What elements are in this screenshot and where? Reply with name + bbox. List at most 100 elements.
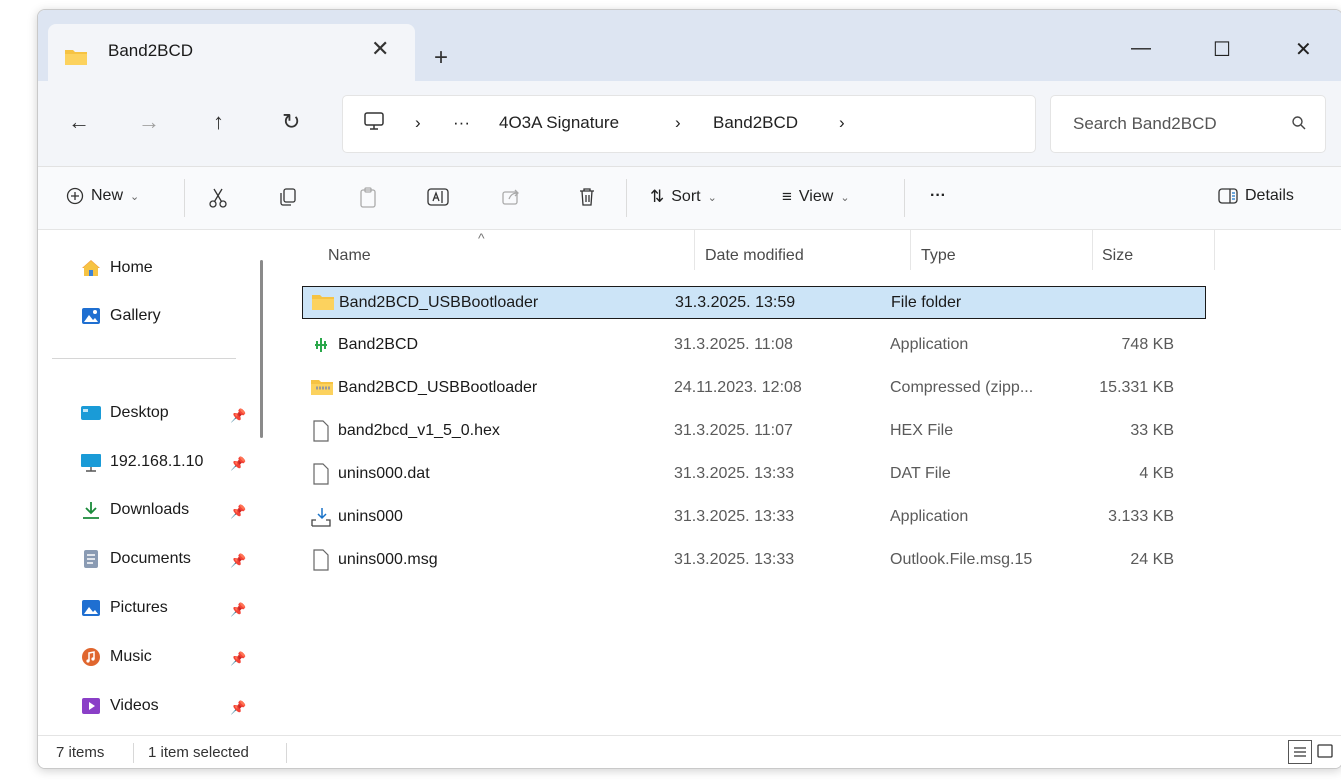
share-button[interactable] [501, 187, 521, 207]
file-row[interactable]: band2bcd_v1_5_0.hex 31.3.2025. 11:07 HEX… [302, 415, 1206, 448]
column-separator[interactable] [910, 230, 911, 270]
title-bar: Band2BCD ✕ + — ☐ ✕ [38, 10, 1341, 81]
back-button[interactable]: ← [68, 109, 90, 135]
videos-icon [82, 698, 100, 714]
tab-close-button[interactable]: ✕ [371, 36, 389, 62]
breadcrumb-chevron[interactable]: › [675, 113, 681, 133]
minimize-button[interactable]: — [1131, 37, 1151, 60]
pin-icon[interactable]: 📌 [230, 602, 246, 618]
file-row[interactable]: Band2BCD_USBBootloader 24.11.2023. 12:08… [302, 372, 1206, 405]
file-row[interactable]: unins000.dat 31.3.2025. 13:33 DAT File 4… [302, 458, 1206, 491]
this-pc-icon[interactable] [363, 111, 385, 136]
sidebar-item-downloads[interactable]: Downloads [80, 500, 189, 520]
file-type: Application [890, 336, 969, 353]
pin-icon[interactable]: 📌 [230, 456, 246, 472]
column-separator[interactable] [694, 230, 695, 270]
copy-button[interactable] [278, 187, 298, 207]
sidebar-item-documents[interactable]: Documents [80, 549, 191, 569]
pin-icon[interactable]: 📌 [230, 504, 246, 520]
see-more-button[interactable]: ··· [930, 187, 946, 205]
address-box[interactable]: › ··· 4O3A Signature › Band2BCD › [342, 95, 1036, 153]
up-button[interactable]: ↑ [213, 109, 224, 135]
forward-button[interactable]: → [138, 109, 160, 135]
column-header-date[interactable]: Date modified [705, 247, 804, 265]
file-name: Band2BCD_USBBootloader [338, 379, 538, 396]
column-header-name[interactable]: Name [328, 247, 371, 265]
pin-icon[interactable]: 📌 [230, 700, 246, 716]
sidebar-scrollbar[interactable] [260, 260, 263, 438]
column-header-size[interactable]: Size [1102, 247, 1133, 265]
sidebar-item-label: Gallery [110, 307, 161, 324]
file-icon [312, 463, 330, 490]
column-header-type[interactable]: Type [921, 247, 956, 265]
file-row[interactable]: unins000.msg 31.3.2025. 13:33 Outlook.Fi… [302, 544, 1206, 577]
maximize-button[interactable]: ☐ [1213, 37, 1231, 62]
file-date: 31.3.2025. 13:33 [674, 551, 795, 568]
view-label: View [798, 188, 834, 205]
file-row[interactable]: unins000 31.3.2025. 13:33 Application 3.… [302, 501, 1206, 534]
breadcrumb-4o3a-signature[interactable]: 4O3A Signature [499, 113, 619, 133]
file-list: Name ^ Date modified Type Size Band2BCD_… [274, 230, 1341, 735]
music-icon [82, 648, 100, 666]
sidebar-item-network-drive[interactable]: 192.168.1.10 [80, 452, 203, 472]
status-divider [286, 743, 287, 763]
details-view-icon [1294, 747, 1306, 757]
new-button[interactable]: New ⌄ [66, 187, 139, 205]
file-date: 31.3.2025. 13:59 [675, 294, 796, 311]
downloads-icon [83, 502, 99, 519]
file-row-selected[interactable]: Band2BCD_USBBootloader 31.3.2025. 13:59 … [302, 286, 1206, 319]
breadcrumb-chevron[interactable]: › [415, 113, 421, 133]
view-button[interactable]: ≡ View ⌄ [782, 187, 850, 207]
details-pane-button[interactable]: Details [1218, 187, 1294, 205]
pin-icon[interactable]: 📌 [230, 408, 246, 424]
sort-button[interactable]: ⇅ Sort ⌄ [650, 187, 717, 207]
file-row[interactable]: Band2BCD 31.3.2025. 11:08 Application 74… [302, 329, 1206, 362]
sort-icon: ⇅ [650, 187, 665, 206]
file-type: DAT File [890, 465, 951, 482]
toolbar-divider [904, 179, 905, 217]
toolbar-divider [626, 179, 627, 217]
search-box[interactable]: Search Band2BCD [1050, 95, 1326, 153]
pin-icon[interactable]: 📌 [230, 651, 246, 667]
paste-icon [360, 187, 376, 208]
tiles-view-button[interactable] [1314, 740, 1338, 764]
details-view-button[interactable] [1288, 740, 1312, 764]
toolbar-divider [184, 179, 185, 217]
plus-circle-icon [66, 187, 84, 205]
explorer-window: Band2BCD ✕ + — ☐ ✕ ← → ↑ ↻ › ··· 4O3A Si… [37, 9, 1341, 769]
status-bar: 7 items 1 item selected [38, 735, 1341, 768]
sidebar-item-pictures[interactable]: Pictures [80, 598, 168, 618]
file-size: 24 KB [1130, 551, 1174, 568]
close-window-button[interactable]: ✕ [1295, 37, 1312, 62]
paste-button[interactable] [358, 187, 378, 209]
refresh-button[interactable]: ↻ [282, 109, 300, 135]
search-input[interactable]: Search Band2BCD [1073, 114, 1217, 134]
column-separator[interactable] [1092, 230, 1093, 270]
breadcrumb-chevron[interactable]: › [839, 113, 845, 133]
file-size: 33 KB [1130, 422, 1174, 439]
sidebar-item-gallery[interactable]: Gallery [80, 306, 161, 326]
new-label: New [91, 187, 124, 204]
rename-button[interactable] [427, 187, 449, 207]
column-separator[interactable] [1214, 230, 1215, 270]
address-bar-row: ← → ↑ ↻ › ··· 4O3A Signature › Band2BCD … [38, 81, 1341, 167]
pin-icon[interactable]: 📌 [230, 553, 246, 569]
breadcrumb-overflow[interactable]: ··· [453, 113, 470, 133]
file-type: Outlook.File.msg.15 [890, 551, 1033, 568]
sidebar-item-music[interactable]: Music [80, 647, 152, 667]
sidebar-item-label: Pictures [110, 599, 168, 616]
folder-icon [311, 293, 335, 316]
breadcrumb-band2bcd[interactable]: Band2BCD [713, 113, 798, 133]
details-label: Details [1245, 187, 1294, 204]
new-tab-button[interactable]: + [434, 46, 448, 70]
delete-button[interactable] [578, 187, 596, 207]
sidebar-item-videos[interactable]: Videos [80, 696, 159, 716]
documents-icon [84, 550, 98, 568]
sort-label: Sort [671, 188, 701, 205]
sidebar-item-desktop[interactable]: Desktop [80, 404, 169, 422]
tab-band2bcd[interactable]: Band2BCD ✕ [48, 24, 415, 81]
sidebar-item-home[interactable]: Home [80, 258, 153, 278]
cut-button[interactable] [208, 187, 228, 209]
share-icon [502, 189, 519, 205]
file-icon [312, 549, 330, 576]
